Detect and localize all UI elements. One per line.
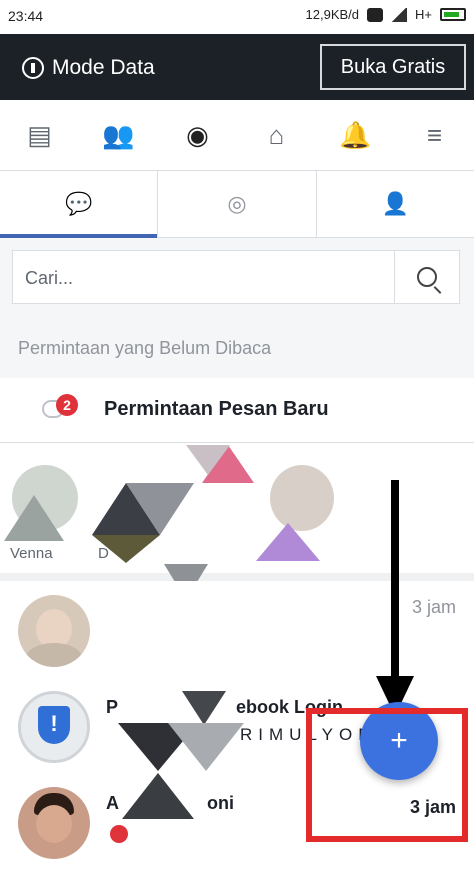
data-mode-icon (22, 57, 44, 79)
avatar (18, 595, 90, 667)
status-time: 23:44 (8, 8, 44, 24)
conversation-time: 3 jam (411, 597, 456, 617)
data-mode-text: Mode Data (52, 56, 155, 79)
annotation-arrow-shaft (391, 480, 399, 680)
newsfeed-icon[interactable]: ▤ (15, 110, 65, 160)
search-button[interactable] (394, 251, 459, 303)
top-nav: ▤ 👥 ◉ ⌂ 🔔 ≡ (0, 100, 474, 171)
messenger-icon[interactable]: ◉ (173, 110, 223, 160)
unread-requests-header: Permintaan yang Belum Dibaca (0, 318, 474, 378)
request-count-badge: 2 (56, 394, 78, 416)
notifications-icon[interactable]: 🔔 (331, 110, 381, 160)
camera-app-icon (367, 7, 384, 22)
redaction-shape (256, 523, 320, 561)
data-mode-label[interactable]: Mode Data (22, 56, 155, 80)
message-requests-label: Permintaan Pesan Baru (104, 398, 329, 420)
active-contact-name: Venna (10, 545, 53, 562)
message-requests-row[interactable]: 2 Permintaan Pesan Baru (0, 378, 474, 443)
avatar: ! (18, 691, 90, 763)
conversation-name-end: oni (207, 793, 234, 813)
unread-badge (110, 825, 128, 843)
friends-icon[interactable]: 👥 (94, 110, 144, 160)
redaction-shape (4, 495, 64, 541)
conversation-name-start: P (106, 697, 119, 717)
add-contact-icon: 👤 (381, 191, 410, 216)
network-type: H+ (415, 7, 432, 22)
tab-groups[interactable]: ◎ (158, 171, 317, 237)
menu-icon[interactable]: ≡ (410, 110, 460, 160)
search-box (12, 250, 460, 305)
redaction-shape (92, 535, 160, 563)
groups-icon: ◎ (227, 191, 247, 216)
search-icon (417, 267, 437, 287)
redaction-shape (186, 445, 230, 475)
redaction-shape (126, 483, 194, 535)
messages-tabs: 💬 ◎ 👤 (0, 171, 474, 238)
avatar[interactable] (270, 465, 334, 531)
data-mode-bar: Mode Data Buka Gratis (0, 34, 474, 100)
avatar-body (26, 643, 82, 667)
tab-chats[interactable]: 💬 (0, 171, 159, 238)
avatar-face (36, 805, 72, 843)
buka-gratis-button[interactable]: Buka Gratis (320, 44, 466, 90)
chat-bubbles-icon: 💬 (64, 191, 93, 216)
network-speed: 12,9KB/d (305, 7, 360, 22)
status-bar: 23:44 12,9KB/d H+ (0, 0, 474, 34)
search-input[interactable] (23, 251, 397, 305)
conversation-name-start: A (106, 793, 119, 813)
shield-icon: ! (38, 706, 70, 744)
redaction-shape (168, 723, 244, 771)
tab-contacts[interactable]: 👤 (317, 171, 474, 237)
conversation-row[interactable]: 3 jam (0, 581, 474, 677)
active-contacts: Venna D (0, 443, 474, 581)
signal-icon (391, 7, 408, 22)
redaction-shape (122, 773, 194, 819)
annotation-highlight-box (306, 708, 468, 842)
avatar (18, 787, 90, 859)
marketplace-icon[interactable]: ⌂ (252, 110, 302, 160)
redaction-shape (182, 691, 226, 725)
search-area (0, 238, 474, 318)
battery-icon (440, 8, 466, 21)
status-right: 12,9KB/d H+ (306, 7, 466, 22)
